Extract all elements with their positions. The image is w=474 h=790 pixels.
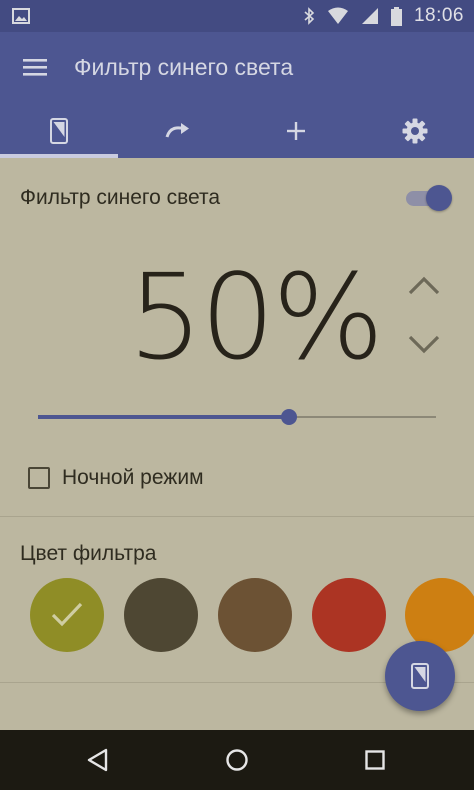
divider xyxy=(0,516,474,517)
redo-arrow-icon xyxy=(165,123,189,138)
filter-label: Фильтр синего света xyxy=(20,186,221,209)
status-bar: 18:06 xyxy=(0,0,474,32)
night-mode-checkbox[interactable] xyxy=(28,467,50,489)
tab-settings[interactable] xyxy=(356,104,474,158)
increase-chevron-up-icon[interactable] xyxy=(404,265,444,305)
color-swatch-1[interactable] xyxy=(30,578,104,652)
slider-fill xyxy=(38,415,289,419)
gear-icon xyxy=(402,118,428,144)
checkmark-icon xyxy=(51,602,83,627)
color-swatch-2[interactable] xyxy=(124,578,198,652)
toggle-filter-fab[interactable] xyxy=(385,641,455,711)
switch-thumb xyxy=(426,185,452,211)
slider-thumb[interactable] xyxy=(280,409,297,425)
bluetooth-icon xyxy=(304,7,315,25)
tab-schedule[interactable] xyxy=(119,104,238,158)
filter-toggle-switch[interactable] xyxy=(406,183,452,213)
phone-filter-icon xyxy=(50,118,69,144)
image-icon xyxy=(12,8,30,24)
status-icons: 18:06 xyxy=(303,0,464,32)
system-nav-bar xyxy=(0,730,474,790)
color-swatch-3[interactable] xyxy=(218,578,292,652)
back-triangle-icon[interactable] xyxy=(80,742,116,778)
recents-square-icon[interactable] xyxy=(357,742,393,778)
home-circle-icon[interactable] xyxy=(219,742,255,778)
decrease-chevron-down-icon[interactable] xyxy=(404,324,444,364)
tab-filter[interactable] xyxy=(0,104,119,158)
wifi-icon xyxy=(327,7,348,24)
night-mode-row[interactable]: Ночной режим xyxy=(28,463,204,493)
phone-filter-icon xyxy=(411,663,429,689)
tab-indicator xyxy=(0,154,118,158)
status-time: 18:06 xyxy=(413,5,464,26)
app-bar: Фильтр синего света xyxy=(0,32,474,104)
color-swatch-4[interactable] xyxy=(312,578,386,652)
filter-color-title: Цвет фильтра xyxy=(20,542,157,565)
intensity-value: 50% xyxy=(128,248,384,386)
night-mode-label: Ночной режим xyxy=(62,466,204,489)
plus-icon xyxy=(287,122,306,140)
hamburger-menu-icon[interactable] xyxy=(23,55,49,81)
tab-bar xyxy=(0,104,474,158)
intensity-slider[interactable] xyxy=(38,404,436,432)
tab-add[interactable] xyxy=(237,104,356,158)
app-title: Фильтр синего света xyxy=(74,54,294,80)
battery-icon xyxy=(390,6,402,26)
signal-icon xyxy=(361,8,378,24)
